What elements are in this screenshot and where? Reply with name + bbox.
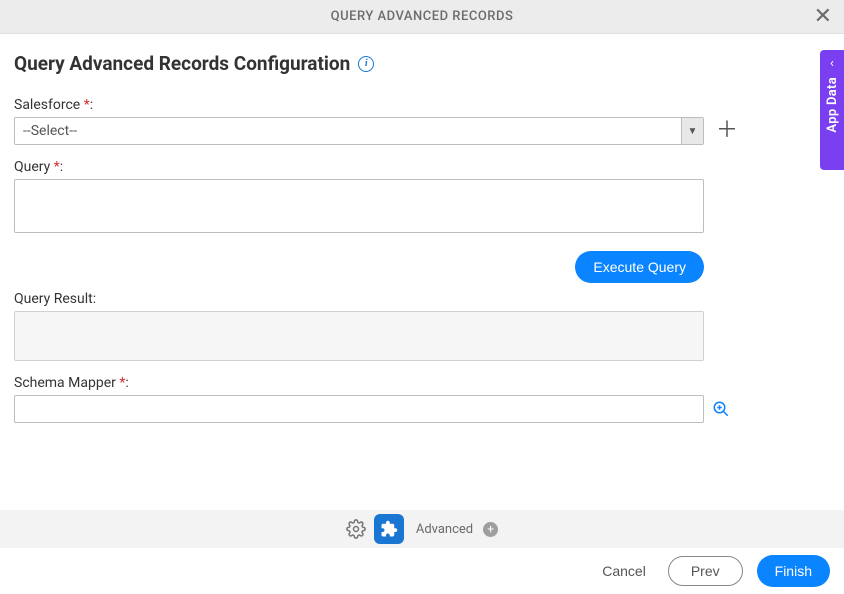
cancel-button[interactable]: Cancel <box>594 557 654 585</box>
query-label: Query *: <box>14 159 830 175</box>
schema-mapper-input[interactable] <box>14 395 704 423</box>
app-data-label: App Data <box>825 77 840 133</box>
bottom-toolbar: Advanced + <box>0 510 844 548</box>
query-label-text: Query <box>14 159 50 175</box>
advanced-add-button[interactable]: + <box>483 522 498 537</box>
puzzle-icon[interactable] <box>374 514 404 544</box>
salesforce-field-group: Salesforce *: --Select-- ▼ ＋ <box>14 97 830 145</box>
query-field-group: Query *: <box>14 159 830 237</box>
query-result-box <box>14 311 704 361</box>
app-data-panel-toggle[interactable]: ‹ App Data <box>820 50 844 170</box>
prev-button[interactable]: Prev <box>668 556 743 586</box>
advanced-label: Advanced <box>416 522 473 537</box>
salesforce-select[interactable]: --Select-- ▼ <box>14 117 704 145</box>
query-input[interactable] <box>14 179 704 233</box>
schema-row <box>14 395 830 423</box>
execute-row: Execute Query <box>14 251 704 283</box>
dialog-content: Query Advanced Records Configuration i S… <box>0 34 844 423</box>
dialog-title: QUERY ADVANCED RECORDS <box>331 9 514 24</box>
schema-mapper-label-text: Schema Mapper <box>14 375 116 391</box>
dialog-footer: Cancel Prev Finish <box>0 548 844 594</box>
gear-icon[interactable] <box>346 519 366 539</box>
schema-field-group: Schema Mapper *: <box>14 375 830 423</box>
schema-mapper-label: Schema Mapper *: <box>14 375 830 391</box>
salesforce-label-text: Salesforce <box>14 97 80 113</box>
close-icon[interactable]: ✕ <box>814 6 832 28</box>
page-title-row: Query Advanced Records Configuration i <box>14 52 830 75</box>
salesforce-label: Salesforce *: <box>14 97 830 113</box>
required-asterisk: * <box>84 97 90 113</box>
query-result-label: Query Result: <box>14 291 830 307</box>
salesforce-select-row: --Select-- ▼ ＋ <box>14 117 830 145</box>
execute-query-button[interactable]: Execute Query <box>575 251 704 283</box>
result-field-group: Query Result: <box>14 291 830 361</box>
chevron-left-icon: ‹ <box>830 56 834 71</box>
required-asterisk: * <box>54 159 60 175</box>
required-asterisk: * <box>119 375 125 391</box>
chevron-down-icon: ▼ <box>681 118 703 144</box>
finish-button[interactable]: Finish <box>757 555 830 587</box>
info-icon[interactable]: i <box>358 56 374 72</box>
zoom-icon[interactable] <box>712 400 730 418</box>
add-salesforce-button[interactable]: ＋ <box>714 120 740 142</box>
dialog-header: QUERY ADVANCED RECORDS ✕ <box>0 0 844 34</box>
salesforce-select-value: --Select-- <box>15 118 681 144</box>
page-title: Query Advanced Records Configuration <box>14 52 350 75</box>
